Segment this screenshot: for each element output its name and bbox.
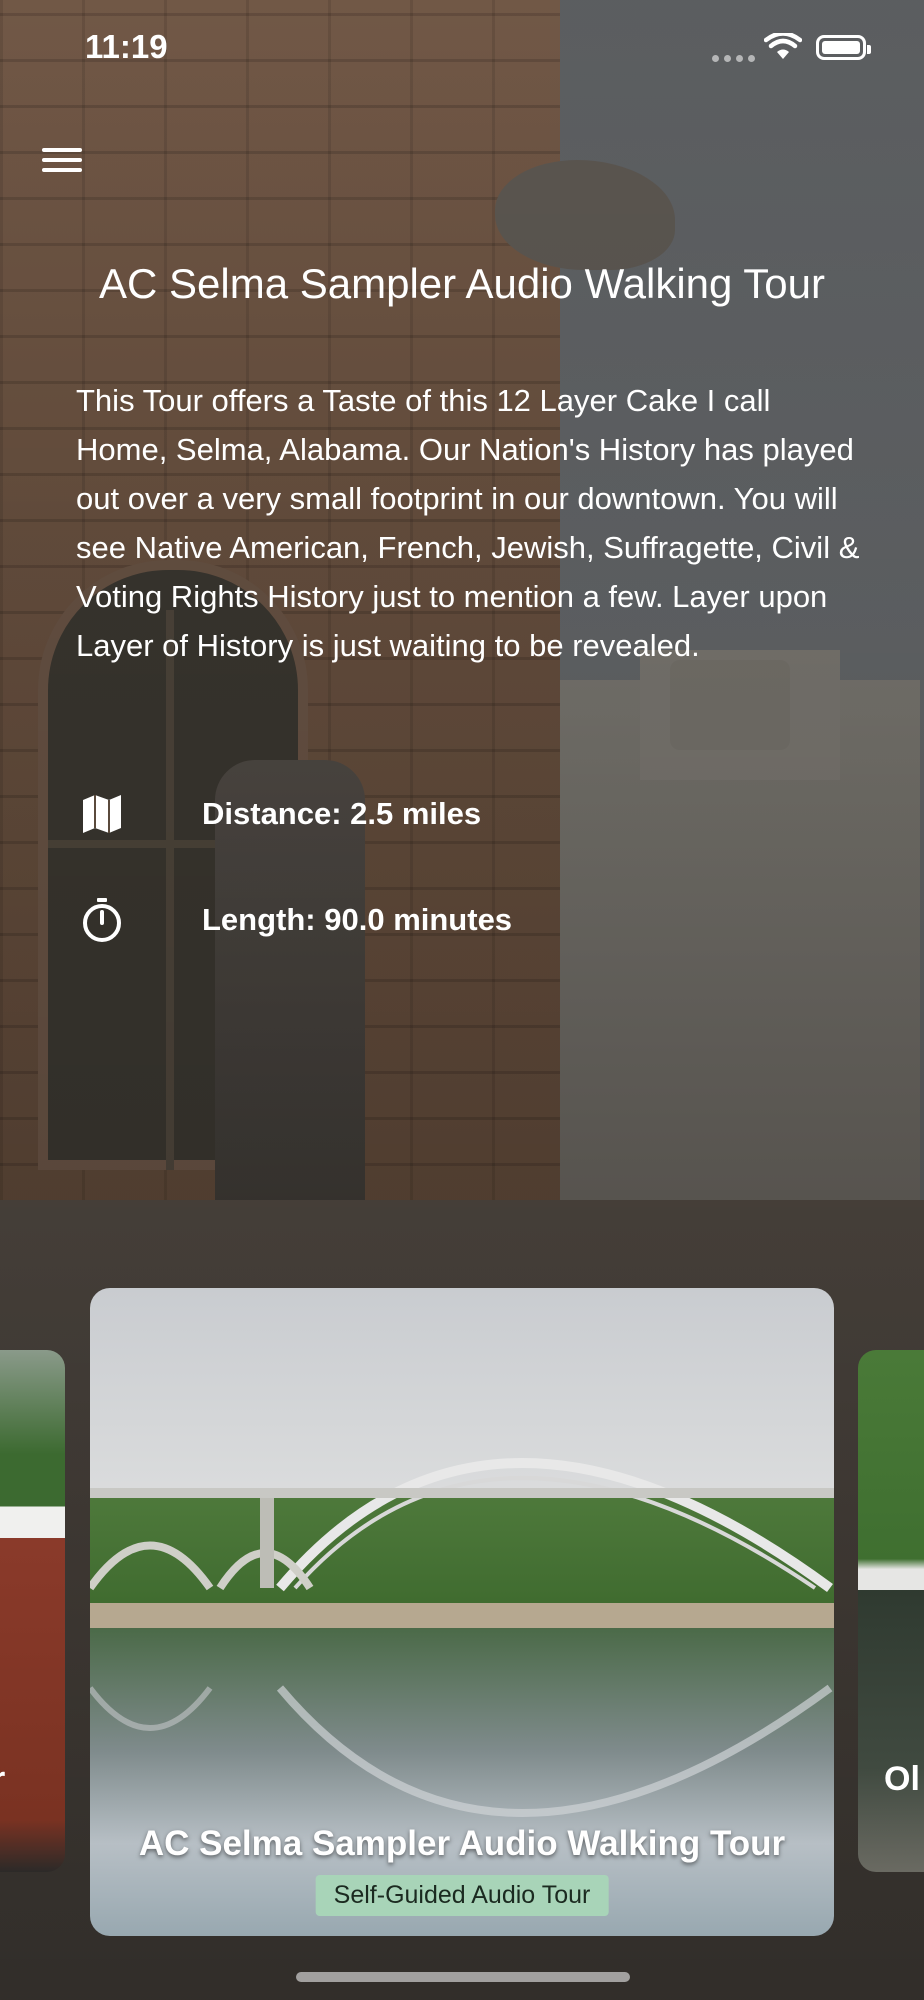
carousel-card-previous[interactable]: r xyxy=(0,1350,65,1872)
cellular-signal-icon xyxy=(712,55,755,62)
previous-card-title: r xyxy=(0,1760,5,1799)
map-icon xyxy=(78,790,126,838)
home-indicator[interactable] xyxy=(296,1972,630,1982)
tour-length: Length: 90.0 minutes xyxy=(78,896,512,944)
wifi-icon xyxy=(764,33,802,59)
carousel-card-next[interactable]: Ol xyxy=(858,1350,924,1872)
carousel-card-active[interactable]: AC Selma Sampler Audio Walking Tour Self… xyxy=(90,1288,834,1936)
status-time: 11:19 xyxy=(85,28,168,65)
tour-type-badge: Self-Guided Audio Tour xyxy=(315,1875,609,1916)
hamburger-menu-icon[interactable] xyxy=(40,142,86,178)
battery-icon xyxy=(816,35,871,60)
tour-distance: Distance: 2.5 miles xyxy=(78,790,481,838)
stopwatch-icon xyxy=(78,896,126,944)
distance-label: Distance: 2.5 miles xyxy=(202,796,482,831)
status-bar: 11:19 xyxy=(0,0,924,100)
next-card-title: Ol xyxy=(884,1760,920,1798)
tour-title: AC Selma Sampler Audio Walking Tour xyxy=(99,260,825,307)
active-card-title: AC Selma Sampler Audio Walking Tour xyxy=(138,1824,786,1863)
tour-description: This Tour offers a Taste of this 12 Laye… xyxy=(76,383,860,663)
length-label: Length: 90.0 minutes xyxy=(202,902,513,937)
